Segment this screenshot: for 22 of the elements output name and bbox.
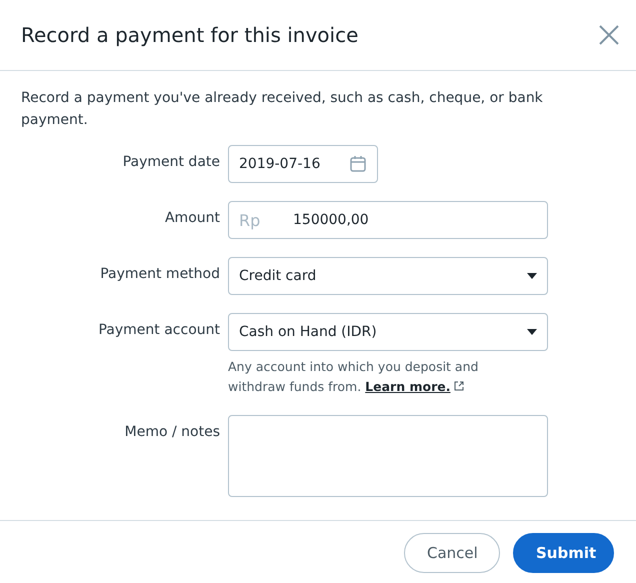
caret-icon [527,273,537,279]
submit-button[interactable]: Submit [513,533,614,573]
description-text: Record a payment you've already received, such as cash, cheque, or bank payment. [21,89,544,130]
field-label: Memo / notes [124,423,220,442]
amount-field[interactable]: Rp 150000,00 [228,201,548,239]
memo-field[interactable] [228,415,548,497]
close-icon [598,24,620,46]
close-button[interactable] [598,24,620,46]
field-label: Payment date [122,153,220,172]
select-field[interactable]: Cash on Hand (IDR) [228,313,548,351]
calendar-icon [349,155,367,173]
cancel-button[interactable]: Cancel [404,533,500,573]
select-field[interactable]: Credit card [228,257,548,295]
caret-icon [527,329,537,335]
field-label: Payment method [100,265,220,284]
help-text: Any account into which you deposit and withdraw funds from. Learn more. [228,358,480,396]
dialog-title: Record a payment for this invoice [21,23,358,47]
date-field[interactable]: 2019-07-16 [228,145,378,183]
external-link-icon [454,381,464,391]
learn-more-link[interactable]: Learn more. [365,379,450,394]
field-label: Amount [164,209,220,228]
field-label: Payment account [98,321,220,340]
